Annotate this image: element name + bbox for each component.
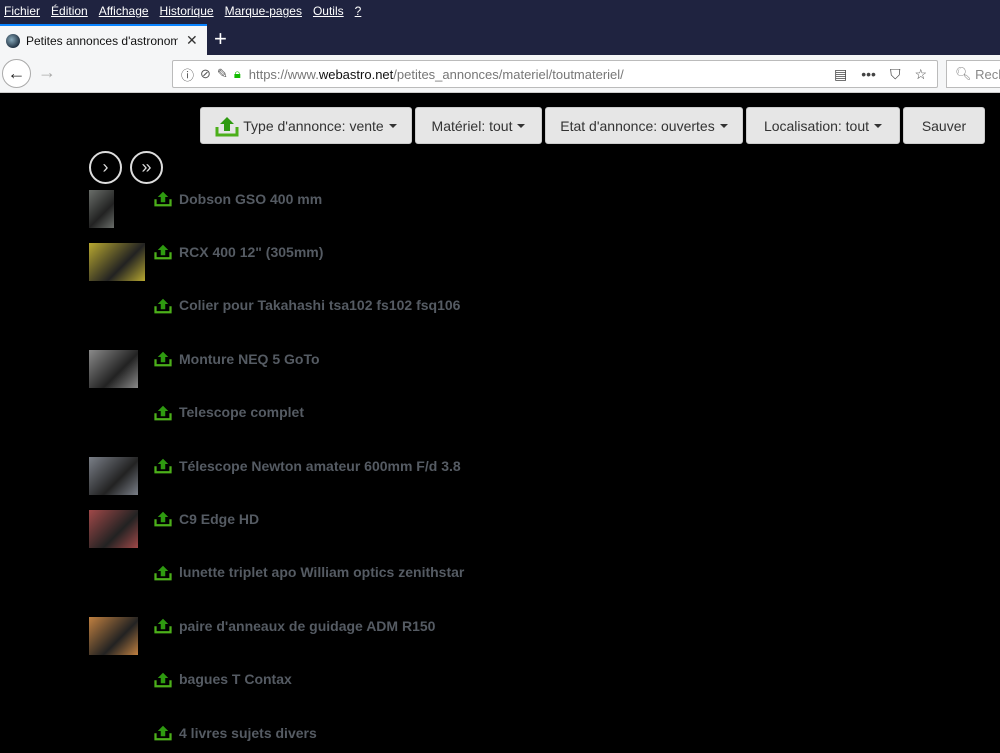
- tab-close-button[interactable]: ✕: [186, 32, 198, 49]
- menu-item[interactable]: Affichage: [99, 4, 149, 18]
- materiel-filter-dropdown[interactable]: Matériel: tout: [415, 107, 542, 144]
- info-icon[interactable]: ⓘ: [181, 65, 194, 84]
- save-button[interactable]: Sauver: [903, 107, 985, 144]
- forward-button[interactable]: →: [38, 62, 56, 83]
- listing-item[interactable]: Colier pour Takahashi tsa102 fs102 fsq10…: [154, 297, 460, 314]
- listing-item[interactable]: paire d'anneaux de guidage ADM R150: [154, 617, 435, 634]
- localisation-filter-dropdown[interactable]: Localisation: tout: [746, 107, 900, 144]
- back-button[interactable]: ←: [2, 59, 31, 88]
- listing-title[interactable]: RCX 400 12" (305mm): [179, 244, 323, 260]
- listing-thumbnail[interactable]: [89, 350, 138, 389]
- listing-title[interactable]: lunette triplet apo William optics zenit…: [179, 564, 464, 580]
- menu-item[interactable]: Marque-pages: [225, 4, 302, 18]
- more-icon[interactable]: •••: [861, 66, 876, 83]
- upload-icon: [154, 458, 172, 474]
- permissions-icon[interactable]: ✎: [217, 66, 228, 82]
- listing-title[interactable]: Colier pour Takahashi tsa102 fs102 fsq10…: [179, 297, 460, 313]
- upload-icon: [154, 512, 172, 527]
- upload-icon: [154, 618, 172, 634]
- upload-icon: [154, 351, 172, 367]
- url-domain: webastro.net: [318, 66, 394, 82]
- listing-item[interactable]: Télescope Newton amateur 600mm F/d 3.8: [154, 457, 461, 474]
- url-bar[interactable]: ⓘ ⊘ ✎ 🔒︎ https://www. webastro.net/petite…: [172, 60, 938, 88]
- menu-item[interactable]: Édition: [51, 4, 88, 18]
- listing-item[interactable]: RCX 400 12" (305mm): [154, 243, 323, 260]
- etat-filter-dropdown[interactable]: Etat d'annonce: ouvertes: [545, 107, 743, 144]
- listing-title[interactable]: Telescope complet: [179, 404, 304, 420]
- upload-icon: [154, 245, 172, 260]
- tab-active[interactable]: Petites annonces d'astronomie ✕: [0, 24, 207, 55]
- materiel-filter-label: Matériel: tout: [431, 117, 513, 134]
- listing-thumbnail[interactable]: [89, 457, 138, 495]
- next-page-button[interactable]: ›: [89, 151, 122, 184]
- listing-item[interactable]: C9 Edge HD: [154, 510, 259, 527]
- listing-item[interactable]: Dobson GSO 400 mm: [154, 190, 322, 207]
- menu-item[interactable]: Historique: [160, 4, 214, 18]
- url-prefix: https://www.: [248, 66, 319, 82]
- pocket-icon[interactable]: ⛉: [890, 66, 901, 83]
- listing-thumbnail[interactable]: [89, 510, 138, 549]
- upload-icon: [154, 725, 172, 741]
- upload-icon: [154, 565, 172, 581]
- listing-thumbnail[interactable]: [89, 617, 138, 656]
- listing-title[interactable]: 4 livres sujets divers: [179, 725, 317, 741]
- type-filter-label: Type d'annonce: vente: [243, 117, 384, 134]
- menu-bar: Fichier Édition Affichage Historique Marque-…: [0, 0, 1000, 22]
- search-icon: 🔍︎: [955, 66, 976, 81]
- type-filter-dropdown[interactable]: Type d'annonce: vente: [200, 107, 412, 144]
- listing-title[interactable]: Télescope Newton amateur 600mm F/d 3.8: [179, 458, 461, 474]
- pagination: › »: [89, 151, 163, 184]
- new-tab-button[interactable]: +: [214, 26, 227, 52]
- listing-item[interactable]: bagues T Contax: [154, 671, 292, 688]
- localisation-filter-label: Localisation: tout: [763, 117, 870, 134]
- menu-item[interactable]: Fichier: [4, 4, 40, 18]
- upload-icon: [154, 672, 172, 687]
- listing-title[interactable]: Monture NEQ 5 GoTo: [179, 351, 320, 367]
- etat-filter-label: Etat d'annonce: ouvertes: [560, 117, 715, 134]
- reader-view-icon[interactable]: ▤: [834, 66, 847, 83]
- listing-thumbnail[interactable]: [89, 243, 145, 282]
- listing-item[interactable]: Telescope complet: [154, 404, 304, 421]
- listing-title[interactable]: bagues T Contax: [179, 671, 292, 687]
- upload-icon: [154, 405, 172, 420]
- listing-item[interactable]: lunette triplet apo William optics zenit…: [154, 564, 464, 581]
- upload-icon: [154, 191, 172, 207]
- tracking-icon[interactable]: ⊘: [200, 66, 211, 82]
- listing-item[interactable]: Monture NEQ 5 GoTo: [154, 350, 320, 367]
- upload-icon: [215, 116, 239, 136]
- last-page-button[interactable]: »: [130, 151, 163, 184]
- lock-icon: 🔒︎: [233, 66, 241, 81]
- bookmark-star-icon[interactable]: ☆: [914, 66, 927, 83]
- tab-bar: Petites annonces d'astronomie ✕ +: [0, 22, 1000, 55]
- listing-thumbnail[interactable]: [89, 190, 114, 228]
- tab-title: Petites annonces d'astronomie: [26, 33, 178, 48]
- search-placeholder: Rech: [975, 66, 1000, 82]
- favicon-icon: [6, 33, 20, 48]
- menu-item[interactable]: ?: [355, 4, 362, 18]
- listing-item[interactable]: 4 livres sujets divers: [154, 724, 317, 741]
- listing-title[interactable]: paire d'anneaux de guidage ADM R150: [179, 618, 435, 634]
- filter-bar: Type d'annonce: vente Matériel: tout Eta…: [200, 107, 985, 144]
- url-path: /petites_annonces/materiel/toutmateriel/: [393, 66, 624, 82]
- search-box[interactable]: 🔍︎ Rech: [946, 60, 1000, 88]
- menu-item[interactable]: Outils: [313, 4, 344, 18]
- upload-icon: [154, 298, 172, 314]
- listing-title[interactable]: Dobson GSO 400 mm: [179, 191, 322, 207]
- nav-bar: ← → ⓘ ⊘ ✎ 🔒︎ https://www. webastro.net/pe…: [0, 55, 1000, 93]
- listing-title[interactable]: C9 Edge HD: [179, 511, 259, 527]
